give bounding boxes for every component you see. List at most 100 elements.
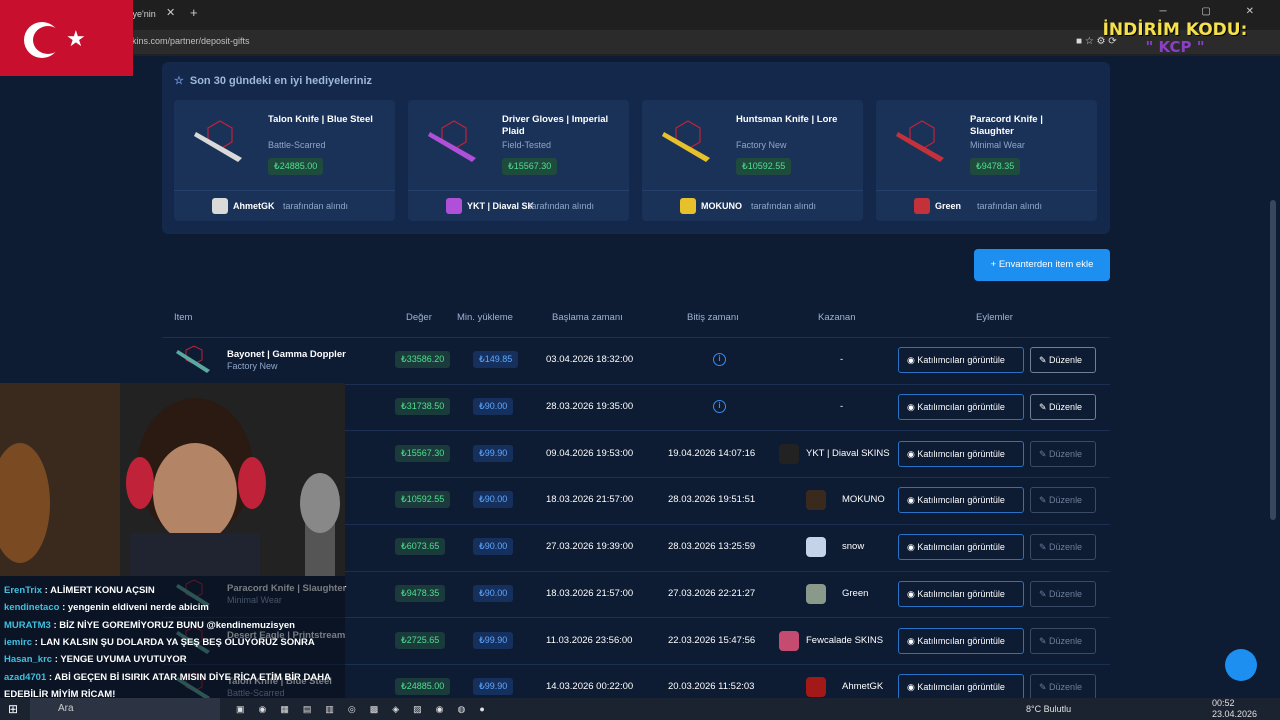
gift-item-price: ₺15567.30 [502, 158, 558, 175]
row-value: ₺2725.65 [395, 631, 446, 649]
item-thumbnail [194, 120, 242, 162]
chat-message: Hasan_krc : YENGE UYUMA UYUTUYOR [4, 654, 187, 665]
view-participants-button[interactable]: ◉ Katılımcıları görüntüle [898, 674, 1024, 701]
row-value: ₺15567.30 [395, 444, 451, 462]
scrollbar[interactable] [1270, 200, 1276, 520]
row-value: ₺9478.35 [395, 584, 446, 602]
row-min-deposit: ₺149.85 [473, 351, 519, 369]
row-value: ₺6073.65 [395, 538, 446, 556]
view-participants-button[interactable]: ◉ Katılımcıları görüntüle [898, 347, 1024, 374]
chat-message: kendinetaco : yengenin eldiveni nerde ab… [4, 602, 209, 613]
gift-item-condition: Minimal Wear [970, 140, 1025, 150]
row-item-name: Bayonet | Gamma Doppler [227, 349, 346, 361]
edit-button[interactable]: ✎ Düzenle [1030, 627, 1096, 654]
edit-button[interactable]: ✎ Düzenle [1030, 534, 1096, 561]
row-min-deposit: ₺99.90 [473, 678, 514, 696]
row-min-deposit: ₺90.00 [473, 538, 514, 556]
info-icon[interactable]: i [713, 353, 726, 367]
gift-item-name: Huntsman Knife | Lore [736, 114, 838, 125]
winner-avatar [680, 198, 696, 214]
card-divider [642, 190, 863, 191]
gift-card[interactable]: Huntsman Knife | Lore Factory New ₺10592… [642, 100, 863, 221]
promo-title: İNDİRİM KODU: [1102, 20, 1248, 40]
gift-card[interactable]: Paracord Knife | Slaughter Minimal Wear … [876, 100, 1097, 221]
chat-message: ErenTrix : ALİMERT KONU AÇSIN [4, 585, 155, 596]
row-value: ₺31738.50 [395, 398, 451, 416]
row-winner: AhmetGK [842, 681, 884, 693]
chat-text: : LAN KALSIN ŞU DOLARDA YA ŞEŞ BEŞ OLUYO… [34, 636, 315, 648]
row-winner: Green [842, 587, 869, 599]
gift-item-name: Paracord Knife | Slaughter [970, 114, 1043, 137]
chat-username: iemirc [4, 636, 32, 648]
row-min-deposit: ₺90.00 [473, 584, 514, 602]
gift-item-condition: Factory New [736, 140, 787, 150]
eye-icon: ◉ [907, 682, 918, 693]
edit-icon: ✎ [1039, 355, 1050, 366]
edit-button[interactable]: ✎ Düzenle [1030, 674, 1096, 701]
view-participants-button[interactable]: ◉ Katılımcıları görüntüle [898, 394, 1024, 421]
row-value: ₺10592.55 [395, 491, 451, 509]
taskbar-app-icons[interactable]: ▣◉▦▤▥◎▩◈▨◉◍● [236, 698, 499, 720]
view-participants-button[interactable]: ◉ Katılımcıları görüntüle [898, 534, 1024, 561]
row-end-time: 19.04.2026 14:07:16 [668, 447, 756, 459]
view-participants-button[interactable]: ◉ Katılımcıları görüntüle [898, 580, 1024, 607]
edit-icon: ✎ [1039, 448, 1050, 459]
winner-avatar [806, 677, 826, 698]
edit-button[interactable]: ✎ Düzenle [1030, 394, 1096, 421]
card-divider [174, 190, 395, 191]
edit-button[interactable]: ✎ Düzenle [1030, 580, 1096, 607]
gift-card[interactable]: Driver Gloves | Imperial Plaid Field-Tes… [408, 100, 629, 221]
row-start-time: 14.03.2026 00:22:00 [546, 681, 634, 693]
eye-icon: ◉ [907, 495, 918, 506]
new-tab-icon[interactable]: + [190, 5, 198, 20]
view-participants-button[interactable]: ◉ Katılımcıları görüntüle [898, 627, 1024, 654]
edit-button[interactable]: ✎ Düzenle [1030, 347, 1096, 374]
edit-icon: ✎ [1039, 682, 1050, 693]
chat-text: : YENGE UYUMA UYUTUYOR [54, 654, 187, 666]
view-participants-button[interactable]: ◉ Katılımcıları görüntüle [898, 487, 1024, 514]
chat-message: azad4701 : ABİ GEÇEN Bİ ISIRIK ATAR MISI… [4, 672, 331, 683]
eye-icon: ◉ [907, 355, 918, 366]
row-value: ₺33586.20 [395, 351, 451, 369]
info-icon[interactable]: i [713, 400, 726, 414]
edit-icon: ✎ [1039, 635, 1050, 646]
gift-winner: Green [935, 201, 962, 211]
row-end-time: 22.03.2026 15:47:56 [668, 634, 756, 646]
start-icon[interactable]: ⊞ [8, 698, 18, 720]
eye-icon: ◉ [907, 635, 918, 646]
eye-icon: ◉ [907, 402, 918, 413]
url-text[interactable]: kins.com/partner/deposit-gifts [132, 36, 250, 46]
row-start-time: 27.03.2026 19:39:00 [546, 541, 634, 553]
header-item: Item [174, 312, 193, 323]
winner-avatar [779, 443, 799, 464]
support-chat-button[interactable] [1225, 649, 1257, 681]
row-winner: - [840, 401, 844, 413]
row-start-time: 03.04.2026 18:32:00 [546, 354, 634, 366]
received-by-text: tarafından alındı [977, 201, 1043, 211]
winner-avatar [806, 537, 826, 558]
close-tab-icon[interactable]: ✕ [166, 6, 175, 19]
received-by-text: tarafından alındı [751, 201, 817, 211]
row-divider [162, 337, 1110, 338]
window-controls[interactable]: ─ ▢ ✕ [1160, 6, 1270, 17]
taskbar-search[interactable]: Ara [30, 698, 220, 720]
winner-avatar [914, 198, 930, 214]
row-end-time: 20.03.2026 11:52:03 [668, 681, 755, 693]
header-min: Min. yükleme [457, 312, 513, 323]
add-from-inventory-button[interactable]: + Envanterden item ekle [974, 249, 1110, 281]
row-min-deposit: ₺90.00 [473, 491, 514, 509]
gift-item-price: ₺24885.00 [268, 158, 324, 175]
streamer-image [0, 383, 345, 576]
view-participants-button[interactable]: ◉ Katılımcıları görüntüle [898, 440, 1024, 467]
header-winner: Kazanan [818, 312, 856, 323]
winner-avatar [779, 630, 799, 651]
row-end-time: 28.03.2026 13:25:59 [668, 541, 756, 553]
row-end-time: 28.03.2026 19:51:51 [668, 494, 756, 506]
gift-card[interactable]: Talon Knife | Blue Steel Battle-Scarred … [174, 100, 395, 221]
header-actions: Eylemler [976, 312, 1013, 323]
card-divider [408, 190, 629, 191]
row-start-time: 18.03.2026 21:57:00 [546, 494, 634, 506]
winner-avatar [212, 198, 228, 214]
edit-button[interactable]: ✎ Düzenle [1030, 487, 1096, 514]
edit-button[interactable]: ✎ Düzenle [1030, 440, 1096, 467]
